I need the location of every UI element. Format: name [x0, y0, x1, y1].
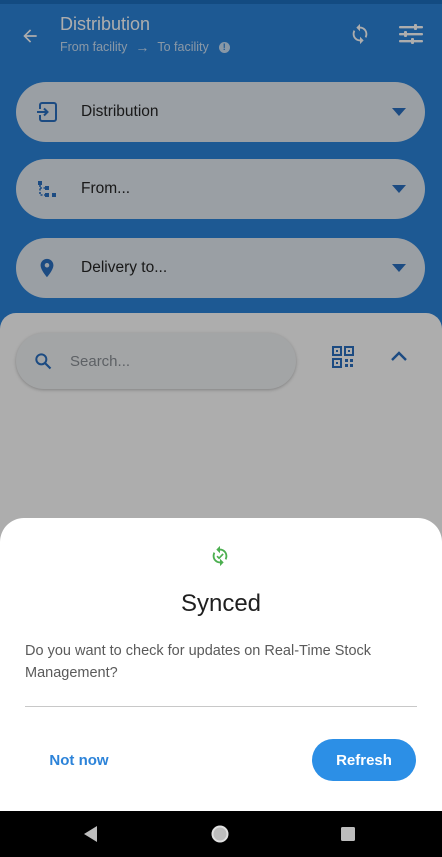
sync-dialog: Synced Do you want to check for updates …	[0, 518, 442, 811]
square-recents-icon	[341, 827, 355, 841]
app-screen: Distribution From facility → To facility…	[0, 0, 442, 811]
sync-success-icon	[209, 545, 231, 567]
dialog-message: Do you want to check for updates on Real…	[25, 643, 372, 681]
dialog-divider	[25, 706, 417, 707]
triangle-back-icon	[84, 826, 97, 842]
nav-back-button[interactable]	[80, 823, 102, 845]
system-nav-bar	[0, 811, 442, 857]
refresh-button[interactable]: Refresh	[312, 739, 416, 781]
nav-recents-button[interactable]	[337, 823, 359, 845]
not-now-button[interactable]: Not now	[38, 740, 120, 780]
nav-home-button[interactable]	[209, 823, 231, 845]
circle-home-icon	[211, 825, 229, 843]
dialog-title: Synced	[180, 590, 262, 617]
